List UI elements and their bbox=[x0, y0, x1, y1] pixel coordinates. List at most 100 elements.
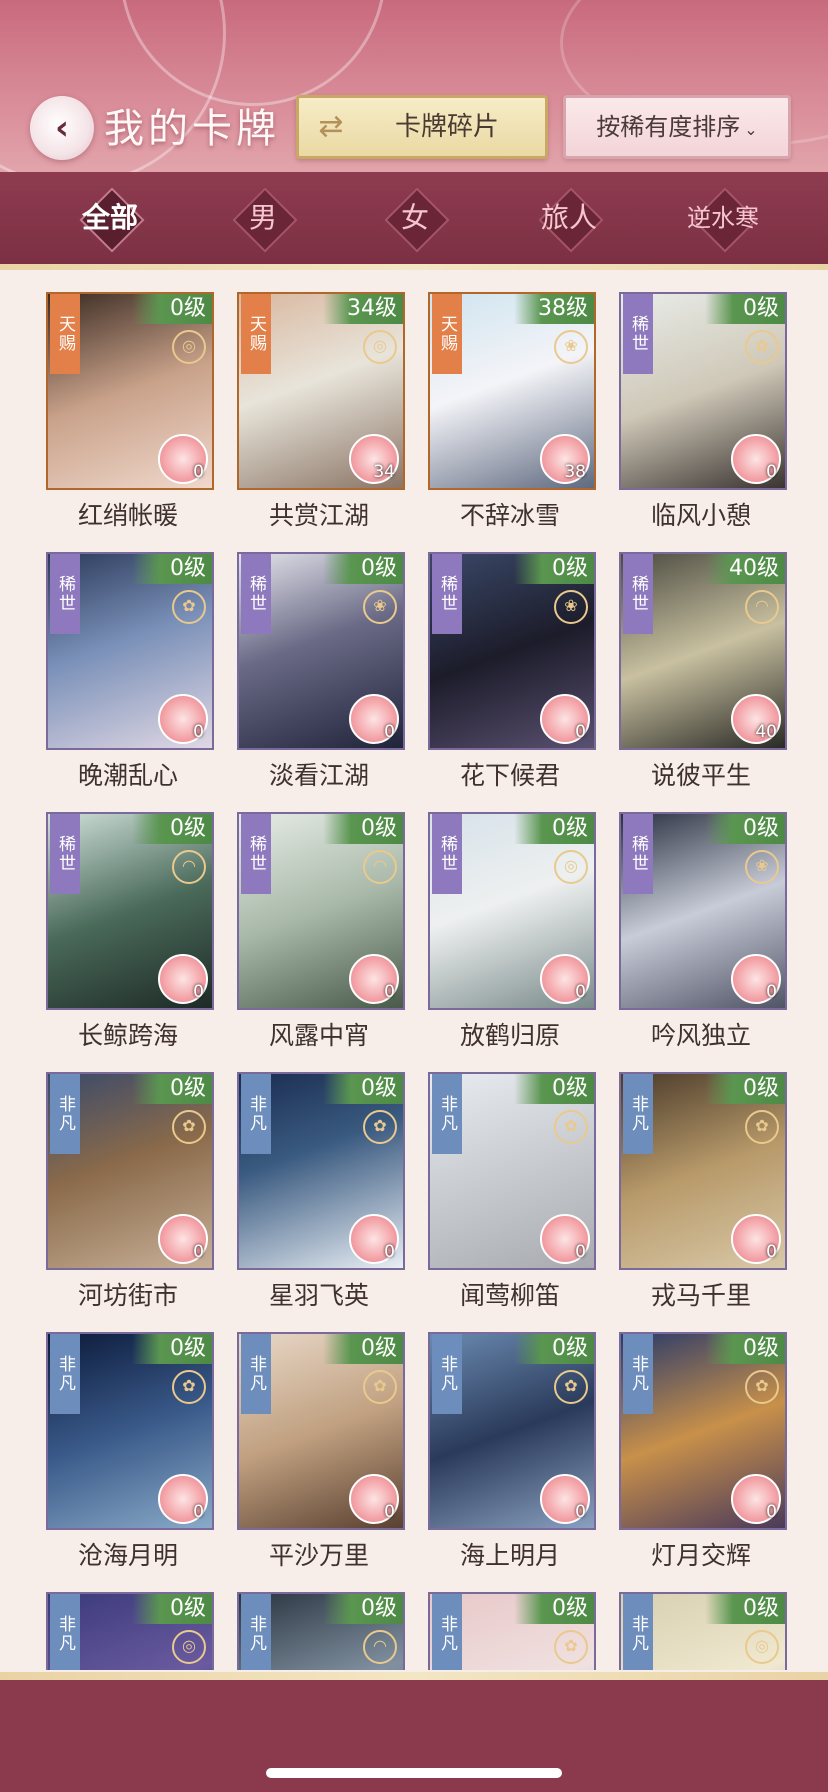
rarity-tag: 非凡 bbox=[432, 1334, 462, 1414]
card-item[interactable]: 非凡 0级 ✿ 0 戎马千里 bbox=[619, 1072, 787, 1320]
card-image[interactable]: 非凡 0级 ◠ bbox=[237, 1592, 405, 1670]
flower-icon: ✿ bbox=[745, 1370, 779, 1404]
tab-nishuihan[interactable]: 逆水寒 bbox=[668, 187, 778, 253]
card-item[interactable]: 非凡 0级 ✿ bbox=[428, 1592, 596, 1670]
card-image[interactable]: 稀世 0级 ✿ 0 bbox=[619, 292, 787, 490]
card-image[interactable]: 非凡 0级 ✿ 0 bbox=[237, 1332, 405, 1530]
rarity-tag: 稀世 bbox=[432, 554, 462, 634]
card-image[interactable]: 非凡 0级 ✿ 0 bbox=[46, 1332, 214, 1530]
card-item[interactable]: 稀世 0级 ◠ 0 风露中宵 bbox=[237, 812, 405, 1060]
orchid-icon: ❀ bbox=[554, 590, 588, 624]
fragment-count-icon: 0 bbox=[540, 954, 590, 1004]
fragment-count: 0 bbox=[384, 982, 395, 1002]
card-item[interactable]: 稀世 0级 ❀ 0 花下候君 bbox=[428, 552, 596, 800]
orchid-icon: ❀ bbox=[554, 330, 588, 364]
card-item[interactable]: 非凡 0级 ✿ 0 星羽飞英 bbox=[237, 1072, 405, 1320]
card-item[interactable]: 天赐 34级 ◎ 34 共赏江湖 bbox=[237, 292, 405, 540]
card-image[interactable]: 非凡 0级 ✿ 0 bbox=[428, 1332, 596, 1530]
card-image[interactable]: 天赐 34级 ◎ 34 bbox=[237, 292, 405, 490]
card-image[interactable]: 稀世 0级 ❀ 0 bbox=[237, 552, 405, 750]
card-item[interactable]: 非凡 0级 ◎ bbox=[46, 1592, 214, 1670]
header-bar: ‹ 我的卡牌 ⇄ 卡牌碎片 按稀有度排序 ⌄ bbox=[0, 0, 828, 172]
card-image[interactable]: 稀世 0级 ◠ 0 bbox=[237, 812, 405, 1010]
level-badge: 38级 bbox=[514, 294, 594, 324]
card-image[interactable]: 非凡 0级 ◎ bbox=[619, 1592, 787, 1670]
card-image[interactable]: 稀世 0级 ❀ 0 bbox=[619, 812, 787, 1010]
card-image[interactable]: 稀世 0级 ◎ 0 bbox=[428, 812, 596, 1010]
card-image[interactable]: 稀世 40级 ◠ 40 bbox=[619, 552, 787, 750]
card-image[interactable]: 天赐 0级 ◎ 0 bbox=[46, 292, 214, 490]
fan-icon: ◠ bbox=[745, 590, 779, 624]
rarity-tag: 非凡 bbox=[623, 1074, 653, 1154]
card-image[interactable]: 非凡 0级 ✿ 0 bbox=[619, 1332, 787, 1530]
card-image[interactable]: 非凡 0级 ✿ 0 bbox=[619, 1072, 787, 1270]
card-item[interactable]: 非凡 0级 ✿ 0 海上明月 bbox=[428, 1332, 596, 1580]
card-item[interactable]: 非凡 0级 ✿ 0 河坊街市 bbox=[46, 1072, 214, 1320]
flower-icon: ✿ bbox=[554, 1110, 588, 1144]
tab-male[interactable]: 男 bbox=[208, 187, 318, 253]
fragment-count-icon: 0 bbox=[540, 1214, 590, 1264]
card-item[interactable]: 非凡 0级 ✿ 0 灯月交辉 bbox=[619, 1332, 787, 1580]
card-image[interactable]: 稀世 0级 ✿ 0 bbox=[46, 552, 214, 750]
card-item[interactable]: 稀世 0级 ❀ 0 淡看江湖 bbox=[237, 552, 405, 800]
card-image[interactable]: 非凡 0级 ◎ bbox=[46, 1592, 214, 1670]
level-badge: 0级 bbox=[323, 1334, 403, 1364]
card-image[interactable]: 天赐 38级 ❀ 38 bbox=[428, 292, 596, 490]
fragment-count: 40 bbox=[755, 722, 777, 742]
rarity-tag: 非凡 bbox=[241, 1074, 271, 1154]
level-badge: 0级 bbox=[323, 554, 403, 584]
fragment-count-icon: 0 bbox=[731, 434, 781, 484]
fragment-count-icon: 0 bbox=[158, 1474, 208, 1524]
fragment-count-icon: 0 bbox=[540, 694, 590, 744]
card-image[interactable]: 非凡 0级 ✿ bbox=[428, 1592, 596, 1670]
fragment-count-icon: 38 bbox=[540, 434, 590, 484]
sort-dropdown[interactable]: 按稀有度排序 ⌄ bbox=[563, 95, 791, 159]
card-item[interactable]: 稀世 0级 ◠ 0 长鲸跨海 bbox=[46, 812, 214, 1060]
card-item[interactable]: 天赐 0级 ◎ 0 红绡帐暖 bbox=[46, 292, 214, 540]
card-item[interactable]: 非凡 0级 ◠ bbox=[237, 1592, 405, 1670]
card-item[interactable]: 稀世 40级 ◠ 40 说彼平生 bbox=[619, 552, 787, 800]
fragment-count: 34 bbox=[373, 462, 395, 482]
card-image[interactable]: 非凡 0级 ✿ 0 bbox=[237, 1072, 405, 1270]
level-badge: 0级 bbox=[705, 294, 785, 324]
fragment-count-icon: 0 bbox=[349, 954, 399, 1004]
level-badge: 0级 bbox=[323, 1074, 403, 1104]
home-indicator[interactable] bbox=[266, 1768, 562, 1778]
level-badge: 0级 bbox=[132, 1334, 212, 1364]
fragment-count: 38 bbox=[564, 462, 586, 482]
card-item[interactable]: 稀世 0级 ✿ 0 晚潮乱心 bbox=[46, 552, 214, 800]
fragment-count-icon: 0 bbox=[158, 694, 208, 744]
card-name: 淡看江湖 bbox=[268, 761, 369, 790]
fragment-count: 0 bbox=[193, 1242, 204, 1262]
card-name: 晚潮乱心 bbox=[77, 761, 178, 790]
fragment-count-icon: 0 bbox=[540, 1474, 590, 1524]
level-badge: 0级 bbox=[132, 814, 212, 844]
card-name: 长鲸跨海 bbox=[77, 1021, 178, 1050]
card-name: 吟风独立 bbox=[650, 1021, 751, 1050]
fragment-count-icon: 0 bbox=[158, 1214, 208, 1264]
tab-all[interactable]: 全部 bbox=[55, 187, 165, 253]
fragment-count: 0 bbox=[575, 1502, 586, 1522]
card-name: 红绡帐暖 bbox=[77, 501, 178, 530]
tab-female[interactable]: 女 bbox=[360, 187, 470, 253]
fragment-count: 0 bbox=[193, 982, 204, 1002]
card-item[interactable]: 非凡 0级 ✿ 0 沧海月明 bbox=[46, 1332, 214, 1580]
card-item[interactable]: 稀世 0级 ◎ 0 放鹤归原 bbox=[428, 812, 596, 1060]
card-image[interactable]: 非凡 0级 ✿ 0 bbox=[46, 1072, 214, 1270]
level-badge: 0级 bbox=[705, 1334, 785, 1364]
card-item[interactable]: 非凡 0级 ✿ 0 闻莺柳笛 bbox=[428, 1072, 596, 1320]
card-image[interactable]: 非凡 0级 ✿ 0 bbox=[428, 1072, 596, 1270]
card-name: 沧海月明 bbox=[77, 1541, 178, 1570]
card-item[interactable]: 稀世 0级 ❀ 0 吟风独立 bbox=[619, 812, 787, 1060]
fragment-count: 0 bbox=[766, 982, 777, 1002]
card-item[interactable]: 非凡 0级 ◎ bbox=[619, 1592, 787, 1670]
card-item[interactable]: 天赐 38级 ❀ 38 不辞冰雪 bbox=[428, 292, 596, 540]
card-item[interactable]: 非凡 0级 ✿ 0 平沙万里 bbox=[237, 1332, 405, 1580]
rarity-tag: 非凡 bbox=[241, 1334, 271, 1414]
back-button[interactable]: ‹ bbox=[30, 96, 94, 160]
tab-traveler[interactable]: 旅人 bbox=[514, 187, 624, 253]
card-image[interactable]: 稀世 0级 ❀ 0 bbox=[428, 552, 596, 750]
card-fragments-button[interactable]: ⇄ 卡牌碎片 bbox=[296, 95, 548, 159]
card-item[interactable]: 稀世 0级 ✿ 0 临风小憩 bbox=[619, 292, 787, 540]
card-image[interactable]: 稀世 0级 ◠ 0 bbox=[46, 812, 214, 1010]
